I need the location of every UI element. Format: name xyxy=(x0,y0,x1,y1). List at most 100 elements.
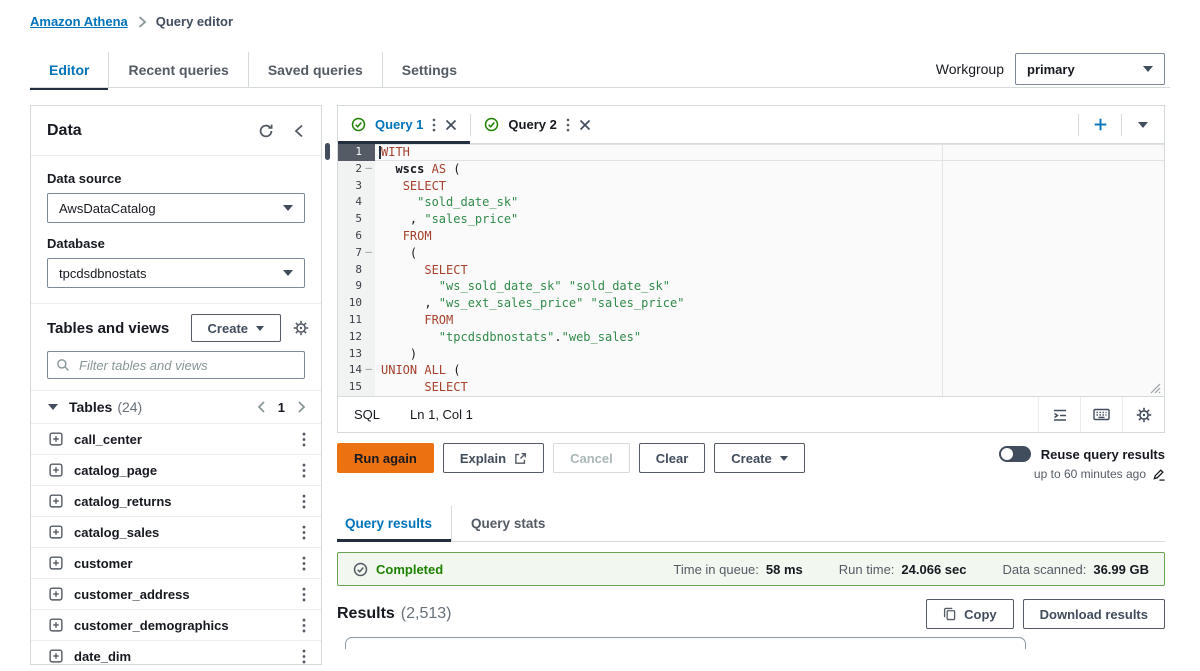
code-text: "sold_date_sk" xyxy=(417,195,519,210)
table-menu-kebab-icon[interactable] xyxy=(302,649,306,664)
line-number: 4 xyxy=(355,195,362,209)
workgroup-select[interactable]: primary xyxy=(1015,53,1165,85)
download-results-button[interactable]: Download results xyxy=(1022,599,1165,629)
copy-icon xyxy=(943,607,956,621)
refresh-icon[interactable] xyxy=(258,123,274,139)
metric-run-time: Run time: 24.066 sec xyxy=(838,561,967,577)
code-line: 3 SELECT xyxy=(338,178,1164,195)
data-source-label: Data source xyxy=(47,171,122,186)
query-tab-bar: Query 1 Query 2 xyxy=(338,106,1164,144)
keyboard-shortcuts-icon[interactable] xyxy=(1080,397,1122,432)
code-text: FROM xyxy=(402,228,432,243)
editor-settings-gear-icon[interactable] xyxy=(1122,397,1164,432)
format-query-icon[interactable] xyxy=(1038,397,1080,432)
fold-toggle-icon[interactable]: – xyxy=(365,361,372,378)
fold-toggle-icon[interactable]: – xyxy=(365,160,372,177)
table-name[interactable]: catalog_sales xyxy=(74,525,291,540)
caret-down-icon xyxy=(1143,66,1153,72)
table-name[interactable]: catalog_page xyxy=(74,463,291,478)
explain-button[interactable]: Explain xyxy=(442,443,545,473)
sql-code-editor[interactable]: 1 WITH 2– wscs AS (3 SELECT 4 "sold_date_sk… xyxy=(338,144,1164,396)
code-text: ) xyxy=(381,346,418,361)
tab-recent-queries[interactable]: Recent queries xyxy=(108,52,247,88)
close-tab-icon[interactable] xyxy=(579,119,591,131)
table-name[interactable]: call_center xyxy=(74,432,291,447)
tables-count: (24) xyxy=(117,399,143,415)
header-divider xyxy=(30,87,1170,88)
edit-pencil-icon[interactable] xyxy=(1152,468,1165,481)
table-menu-kebab-icon[interactable] xyxy=(302,463,306,478)
workgroup-control: Workgroup primary xyxy=(936,52,1165,86)
table-menu-kebab-icon[interactable] xyxy=(302,494,306,509)
gear-icon[interactable] xyxy=(293,320,309,336)
expand-table-icon[interactable] xyxy=(49,525,63,539)
database-select[interactable]: tpcdsdbnostats xyxy=(47,258,305,288)
filter-input-box[interactable] xyxy=(47,351,305,379)
cancel-button[interactable]: Cancel xyxy=(553,443,630,473)
code-text: "ws_sold_date_sk" "sold_date_sk" xyxy=(438,279,671,294)
workgroup-value: primary xyxy=(1027,61,1075,77)
expand-table-icon[interactable] xyxy=(49,556,63,570)
expand-table-icon[interactable] xyxy=(49,463,63,477)
table-menu-kebab-icon[interactable] xyxy=(302,556,306,571)
editor-resize-handle-icon[interactable] xyxy=(1149,382,1161,394)
create-query-button[interactable]: Create xyxy=(714,443,805,473)
code-line: 2– wscs AS ( xyxy=(338,161,1164,178)
caret-down-icon xyxy=(283,205,293,211)
tab-editor[interactable]: Editor xyxy=(30,52,109,90)
table-name[interactable]: customer_demographics xyxy=(74,618,291,633)
search-icon xyxy=(56,358,70,372)
code-text: SELECT xyxy=(424,262,468,277)
collapse-panel-icon[interactable] xyxy=(293,124,305,138)
line-number: 13 xyxy=(348,346,362,360)
query-tab-1[interactable]: Query 1 xyxy=(338,106,471,144)
query-tab-menu-icon[interactable] xyxy=(432,118,436,132)
table-row: customer_demographics xyxy=(31,609,321,640)
tab-query-stats[interactable]: Query stats xyxy=(451,506,564,541)
tab-saved-queries[interactable]: Saved queries xyxy=(247,52,382,88)
expand-table-icon[interactable] xyxy=(49,649,63,663)
filter-tables-input[interactable] xyxy=(77,356,296,374)
table-name[interactable]: catalog_returns xyxy=(74,494,291,509)
close-tab-icon[interactable] xyxy=(445,119,457,131)
line-number: 2– xyxy=(355,160,372,177)
query-tab-2[interactable]: Query 2 xyxy=(471,106,603,143)
table-row: catalog_page xyxy=(31,454,321,485)
table-row: customer xyxy=(31,547,321,578)
copy-button[interactable]: Copy xyxy=(926,599,1014,629)
code-line: 1 WITH xyxy=(338,144,1164,161)
table-menu-kebab-icon[interactable] xyxy=(302,432,306,447)
expand-table-icon[interactable] xyxy=(49,587,63,601)
expand-table-icon[interactable] xyxy=(49,494,63,508)
table-menu-kebab-icon[interactable] xyxy=(302,525,306,540)
table-menu-kebab-icon[interactable] xyxy=(302,587,306,602)
tables-expand-caret-icon[interactable] xyxy=(48,404,58,410)
metric-data-scanned: Data scanned: 36.99 GB xyxy=(1002,561,1150,577)
breadcrumb-link-athena[interactable]: Amazon Athena xyxy=(30,14,128,29)
query-tab-menu-icon[interactable] xyxy=(566,118,570,132)
expand-table-icon[interactable] xyxy=(49,618,63,632)
reuse-results-toggle[interactable] xyxy=(998,446,1031,462)
data-source-select[interactable]: AwsDataCatalog xyxy=(47,193,305,223)
data-source-value: AwsDataCatalog xyxy=(59,200,156,216)
table-menu-kebab-icon[interactable] xyxy=(302,618,306,633)
code-line: 8 SELECT xyxy=(338,262,1164,279)
create-button[interactable]: Create xyxy=(190,314,281,342)
table-name[interactable]: date_dim xyxy=(74,649,291,664)
line-number: 6 xyxy=(355,228,362,242)
fold-toggle-icon[interactable]: – xyxy=(365,244,372,261)
table-name[interactable]: customer xyxy=(74,556,291,571)
next-page-icon[interactable] xyxy=(297,401,306,413)
run-again-button[interactable]: Run again xyxy=(337,443,434,473)
expand-table-icon[interactable] xyxy=(49,432,63,446)
clear-button[interactable]: Clear xyxy=(638,443,706,473)
new-query-tab-icon[interactable] xyxy=(1079,106,1121,143)
database-value: tpcdsdbnostats xyxy=(59,265,147,281)
tab-settings[interactable]: Settings xyxy=(381,52,476,88)
tab-list-caret-icon[interactable] xyxy=(1122,106,1164,143)
sidebar-scrollbar-thumb[interactable] xyxy=(325,143,330,160)
previous-page-icon[interactable] xyxy=(257,401,266,413)
line-number: 11 xyxy=(348,312,362,326)
tab-query-results[interactable]: Query results xyxy=(337,506,452,542)
table-name[interactable]: customer_address xyxy=(74,587,291,602)
